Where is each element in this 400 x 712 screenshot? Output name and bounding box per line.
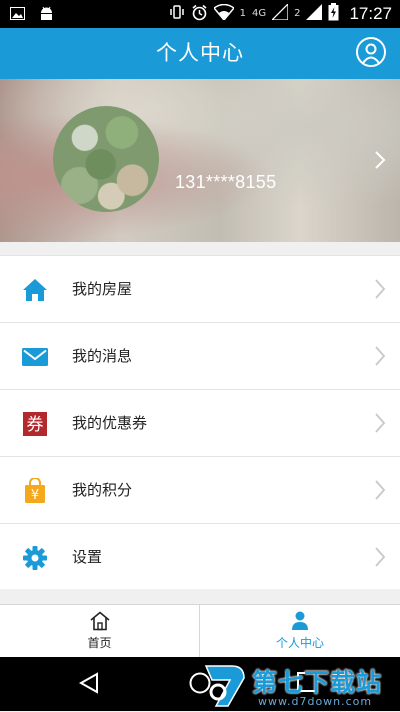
tab-label: 个人中心 <box>275 636 324 650</box>
tab-profile[interactable]: 个人中心 <box>200 605 400 658</box>
signal-icon <box>270 2 289 23</box>
chevron-right-icon <box>374 479 386 505</box>
user-circle-icon[interactable] <box>356 37 386 67</box>
signal-icon <box>306 4 323 23</box>
chevron-right-icon[interactable] <box>374 150 386 174</box>
phone-number: 131****8155 <box>175 172 277 192</box>
spacer <box>0 589 400 604</box>
svg-text:券: 券 <box>27 415 44 435</box>
page-title: 个人中心 <box>156 41 244 65</box>
house-icon <box>22 277 48 303</box>
chevron-right-icon <box>374 412 386 438</box>
android-icon <box>39 5 54 24</box>
person-icon <box>289 611 311 631</box>
sim2-label: 2 <box>294 8 301 19</box>
vibrate-icon <box>169 4 185 23</box>
menu-item-label: 我的积分 <box>72 481 133 499</box>
watermark-url: www.d7down.com <box>258 695 373 708</box>
sim1-label: 1 <box>239 8 246 19</box>
bottom-tab-bar: 首页 个人中心 <box>0 604 400 658</box>
tab-label: 首页 <box>87 636 112 650</box>
battery-charging-icon <box>328 3 339 24</box>
network-type: 4G <box>251 8 267 19</box>
alarm-icon <box>191 4 208 24</box>
gear-icon <box>22 545 48 571</box>
chevron-right-icon <box>374 278 386 304</box>
watermark: 第七下载站 www.d7down.com <box>200 662 396 710</box>
menu-item-label: 我的优惠券 <box>72 414 148 432</box>
svg-text:¥: ¥ <box>31 488 39 503</box>
menu-item-settings[interactable]: 设置 <box>0 524 400 591</box>
envelope-icon <box>22 344 48 370</box>
menu-item-my-messages[interactable]: 我的消息 <box>0 323 400 390</box>
app-header: 个人中心 <box>0 28 400 79</box>
back-icon[interactable] <box>78 671 100 699</box>
watermark-text: 第七下载站 <box>252 668 383 697</box>
home-outline-icon <box>89 611 111 631</box>
menu-item-label: 设置 <box>72 548 103 566</box>
menu-item-label: 我的消息 <box>72 347 133 365</box>
wifi-icon <box>212 3 235 23</box>
chevron-right-icon <box>374 546 386 572</box>
menu-item-my-coupons[interactable]: 券 我的优惠券 <box>0 390 400 457</box>
tab-home[interactable]: 首页 <box>0 605 200 658</box>
status-bar: 1 4G 2 17:27 <box>0 0 400 28</box>
menu-item-my-house[interactable]: 我的房屋 <box>0 256 400 323</box>
menu-list: 我的房屋 我的消息 券 我的优惠券 ¥ 我的积分 设置 <box>0 255 400 591</box>
chevron-right-icon <box>374 345 386 371</box>
image-icon <box>10 5 25 24</box>
avatar[interactable] <box>53 106 159 212</box>
profile-banner[interactable]: 131****8155 <box>0 79 400 242</box>
coupon-icon: 券 <box>22 411 48 437</box>
menu-item-label: 我的房屋 <box>72 280 133 298</box>
clock: 17:27 <box>349 3 392 23</box>
d7-logo-icon <box>202 662 248 708</box>
points-bag-icon: ¥ <box>22 477 48 504</box>
menu-item-my-points[interactable]: ¥ 我的积分 <box>0 457 400 524</box>
